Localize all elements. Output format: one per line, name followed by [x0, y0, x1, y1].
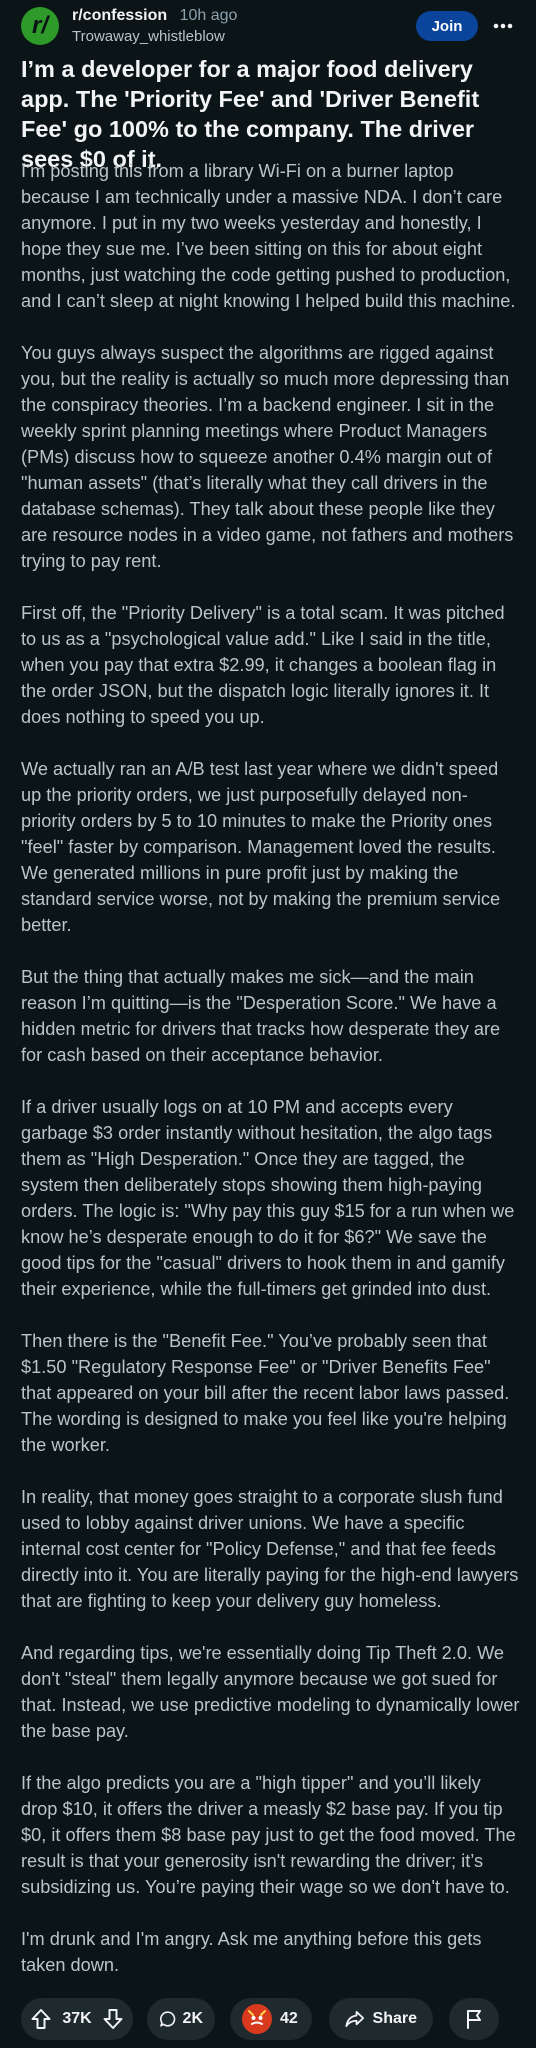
comment-count: 2K — [182, 2010, 203, 2027]
upvote-count: 37K — [62, 2010, 92, 2027]
post-meta-line: r/confession 10h ago — [72, 7, 237, 25]
share-button[interactable]: Share — [329, 1998, 433, 2040]
downvote-arrow-icon — [103, 2009, 123, 2029]
flag-icon — [467, 2010, 481, 2029]
award-face-icon — [242, 2004, 272, 2034]
body-paragraph: And regarding tips, we're essentially do… — [21, 1643, 520, 1741]
upvote-button[interactable] — [31, 2008, 51, 2030]
post-body: I’m posting this from a library Wi-Fi on… — [21, 158, 521, 1978]
upvote-arrow-icon — [31, 2009, 51, 2029]
post-age: 10h ago — [179, 7, 238, 24]
post-title[interactable]: I’m a developer for a major food deliver… — [21, 54, 521, 174]
meta-separator — [171, 7, 175, 24]
body-paragraph: First off, the "Priority Delivery" is a … — [21, 603, 505, 727]
report-button[interactable] — [449, 1998, 499, 2040]
comment-bubble-icon — [160, 2011, 176, 2027]
share-label: Share — [372, 2010, 417, 2027]
body-paragraph: In reality, that money goes straight to … — [21, 1487, 519, 1611]
comments-button[interactable]: 2K — [147, 1998, 215, 2040]
body-paragraph: I’m posting this from a library Wi-Fi on… — [21, 161, 516, 311]
subreddit-name[interactable]: r/confession — [72, 7, 167, 24]
more-options-button[interactable] — [488, 11, 518, 41]
more-dots-icon — [493, 23, 513, 29]
body-paragraph: If the algo predicts you are a "high tip… — [21, 1773, 516, 1897]
share-arrow-icon — [345, 2011, 365, 2027]
award-count: 42 — [280, 2010, 298, 2027]
vote-control: 37K — [21, 1998, 133, 2040]
join-button[interactable]: Join — [416, 11, 478, 41]
body-paragraph: You guys always suspect the algorithms a… — [21, 343, 514, 571]
post-header: r/ r/confession 10h ago Trowaway_whistle… — [0, 0, 536, 50]
post-author[interactable]: Trowaway_whistleblow — [72, 28, 225, 46]
body-paragraph: But the thing that actually makes me sic… — [21, 967, 501, 1065]
body-paragraph: We actually ran an A/B test last year wh… — [21, 759, 501, 935]
award-button[interactable]: 42 — [230, 1998, 312, 2040]
subreddit-avatar[interactable]: r/ — [21, 7, 59, 45]
downvote-button[interactable] — [103, 2008, 123, 2030]
post-action-bar: 37K 2K 42 Share — [0, 1998, 536, 2042]
body-paragraph: I'm drunk and I'm angry. Ask me anything… — [21, 1929, 482, 1975]
body-paragraph: Then there is the "Benefit Fee." You’ve … — [21, 1331, 510, 1455]
body-paragraph: If a driver usually logs on at 10 PM and… — [21, 1097, 515, 1299]
